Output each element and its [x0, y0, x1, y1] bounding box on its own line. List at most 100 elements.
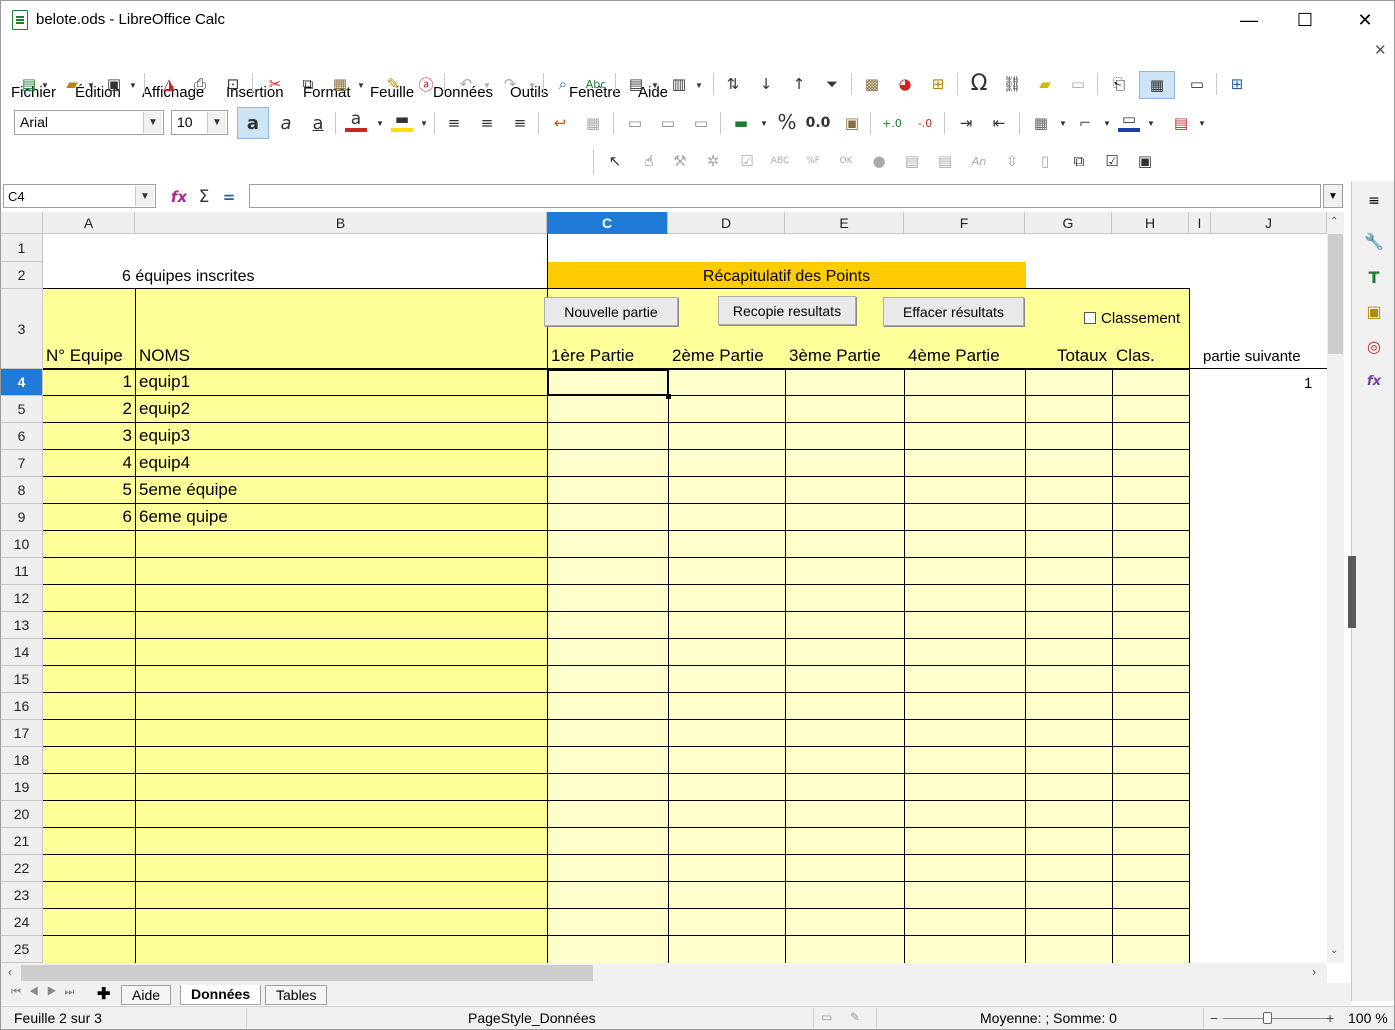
row-header-4[interactable]: 4: [1, 369, 43, 396]
font-size-combo[interactable]: 10 ▼: [171, 110, 228, 135]
scroll-left-icon[interactable]: ‹: [8, 965, 12, 979]
clear-formatting-icon[interactable]: ⓐ: [415, 73, 437, 95]
row-header-24[interactable]: 24: [1, 909, 43, 936]
team-name-cell[interactable]: equip1: [139, 372, 190, 392]
column-header-c[interactable]: C: [547, 212, 668, 234]
font-color-icon[interactable]: a: [345, 109, 367, 132]
chevron-down-icon[interactable]: ▼: [528, 81, 536, 90]
vertical-scroll-thumb[interactable]: [1328, 234, 1343, 354]
chevron-down-icon[interactable]: ▼: [376, 119, 384, 128]
tab-navigation-icons[interactable]: ⏮◀▶⏭: [11, 986, 82, 999]
team-name-cell[interactable]: 5eme équipe: [139, 480, 237, 500]
classement-checkbox[interactable]: [1084, 312, 1096, 324]
wrap-text-icon[interactable]: ↩: [549, 112, 571, 134]
name-box[interactable]: C4 ▼: [3, 184, 156, 208]
teams-count-cell[interactable]: 6 équipes inscrites: [122, 268, 255, 286]
header-game-4[interactable]: 4ème Partie: [908, 346, 1000, 366]
row-header-23[interactable]: 23: [1, 882, 43, 909]
chevron-down-icon[interactable]: ▼: [420, 119, 428, 128]
conditional-format-icon[interactable]: ▤: [1170, 112, 1192, 134]
header-game-1[interactable]: 1ère Partie: [551, 346, 634, 366]
column-icon[interactable]: ▥: [668, 73, 690, 95]
formula-icon[interactable]: =: [218, 186, 240, 208]
gallery-icon[interactable]: ▣: [1362, 299, 1386, 323]
next-game-value[interactable]: 1: [1304, 375, 1312, 392]
formula-input[interactable]: [249, 184, 1321, 208]
special-character-icon[interactable]: Ω: [968, 71, 990, 96]
insert-chart-icon[interactable]: ◕: [894, 73, 916, 95]
team-number-cell[interactable]: 4: [43, 453, 132, 473]
tab-aide[interactable]: Aide: [121, 985, 172, 1005]
align-right-icon[interactable]: ≡: [509, 112, 531, 134]
freeze-rows-icon[interactable]: ▦: [1139, 71, 1175, 99]
fill-handle[interactable]: [666, 394, 671, 399]
header-game-2[interactable]: 2ème Partie: [672, 346, 764, 366]
header-names[interactable]: NOMS: [139, 346, 190, 366]
team-name-cell[interactable]: 6eme quipe: [139, 507, 228, 527]
chevron-down-icon[interactable]: ▼: [1103, 119, 1111, 128]
sort-descending-icon[interactable]: ↑: [788, 73, 810, 95]
close-button[interactable]: ✕: [1342, 1, 1388, 39]
chevron-down-icon[interactable]: ▼: [357, 81, 365, 90]
column-header-d[interactable]: D: [668, 212, 785, 234]
zoom-in-icon[interactable]: +: [1326, 1010, 1334, 1026]
print-preview-icon[interactable]: ⊡: [222, 73, 244, 95]
align-bottom-icon[interactable]: ▭: [690, 112, 712, 134]
button-control-icon[interactable]: OK: [835, 150, 857, 172]
add-sheet-icon[interactable]: ✚: [97, 984, 110, 1004]
vertical-scrollbar[interactable]: ⌃ ⌄: [1327, 212, 1344, 963]
chevron-down-icon[interactable]: ▼: [135, 186, 154, 206]
highlight-color-icon[interactable]: ▬: [391, 110, 413, 132]
form-properties-icon[interactable]: ☑: [1101, 150, 1123, 172]
row-header-1[interactable]: 1: [1, 234, 43, 262]
close-document-icon[interactable]: ✕: [1374, 41, 1387, 59]
row-header-17[interactable]: 17: [1, 720, 43, 747]
delete-decimal-icon[interactable]: -.0: [914, 112, 936, 134]
export-pdf-icon[interactable]: ◮: [158, 73, 180, 95]
team-name-cell[interactable]: equip3: [139, 426, 190, 446]
show-draw-functions-icon[interactable]: ⊞: [1226, 73, 1248, 95]
row-header-11[interactable]: 11: [1, 558, 43, 585]
team-number-cell[interactable]: 3: [43, 426, 132, 446]
date-format-icon[interactable]: ▣: [841, 112, 863, 134]
clone-formatting-icon[interactable]: ✎: [382, 73, 404, 95]
team-number-cell[interactable]: 6: [43, 507, 132, 527]
design-mode-icon[interactable]: ⚒: [669, 150, 691, 172]
minimize-button[interactable]: —: [1226, 1, 1272, 39]
function-wizard-icon[interactable]: fx: [168, 186, 190, 208]
tab-order-icon[interactable]: ▣: [1134, 150, 1156, 172]
column-header-j[interactable]: J: [1211, 212, 1327, 234]
align-top-icon[interactable]: ▭: [624, 112, 646, 134]
borders-icon[interactable]: ▦: [1030, 112, 1052, 134]
chevron-down-icon[interactable]: ▼: [87, 81, 95, 90]
sum-average[interactable]: Moyenne: ; Somme: 0: [980, 1010, 1117, 1026]
chevron-down-icon[interactable]: ▼: [1059, 119, 1067, 128]
column-header-e[interactable]: E: [785, 212, 904, 234]
team-number-cell[interactable]: 2: [43, 399, 132, 419]
comment-icon[interactable]: ▰: [1034, 73, 1056, 95]
horizontal-scrollbar[interactable]: ‹ ›: [1, 963, 1327, 983]
scroll-up-icon[interactable]: ⌃: [1330, 216, 1338, 227]
column-header-a[interactable]: A: [43, 212, 135, 234]
column-header-i[interactable]: I: [1189, 212, 1211, 234]
header-footer-icon[interactable]: ▭: [1067, 73, 1089, 95]
row-header-13[interactable]: 13: [1, 612, 43, 639]
chevron-down-icon[interactable]: ▼: [483, 81, 491, 90]
cut-icon[interactable]: ✂: [264, 73, 286, 95]
increase-indent-icon[interactable]: ⇥: [955, 112, 977, 134]
zoom-slider-track[interactable]: [1223, 1018, 1327, 1019]
italic-icon[interactable]: a: [275, 112, 297, 134]
row-header-19[interactable]: 19: [1, 774, 43, 801]
spin-button-icon[interactable]: ⇳: [1001, 150, 1023, 172]
autofilter-icon[interactable]: ⏷: [821, 73, 843, 95]
expand-formula-bar-icon[interactable]: ▼: [1323, 184, 1343, 208]
copy-results-button[interactable]: Recopie resultats: [718, 296, 856, 325]
row-header-6[interactable]: 6: [1, 423, 43, 450]
row-icon[interactable]: ▤: [625, 73, 647, 95]
scroll-down-icon[interactable]: ⌄: [1330, 945, 1338, 956]
add-decimal-icon[interactable]: +.0: [881, 112, 903, 134]
align-center-icon[interactable]: ≡: [476, 112, 498, 134]
control-properties-icon[interactable]: ⧉: [1068, 150, 1090, 172]
row-header-20[interactable]: 20: [1, 801, 43, 828]
option-button-icon[interactable]: ●: [868, 150, 890, 172]
